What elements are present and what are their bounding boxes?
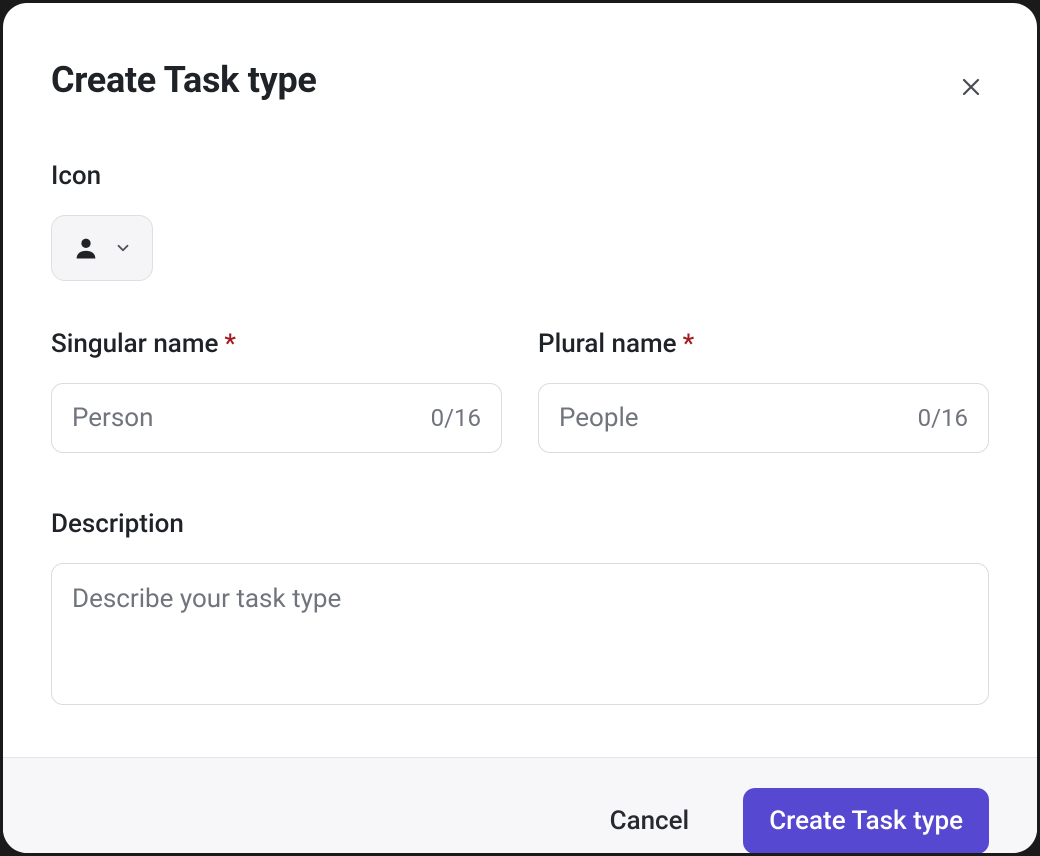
icon-label: Icon — [51, 161, 989, 191]
singular-name-label: Singular name* — [51, 329, 502, 359]
description-textarea[interactable] — [51, 563, 989, 705]
person-icon — [72, 234, 100, 262]
plural-label-text: Plural name — [538, 329, 677, 359]
description-field: Description — [51, 509, 989, 709]
plural-name-input[interactable] — [559, 403, 906, 433]
create-task-type-modal: Create Task type Icon — [3, 3, 1037, 853]
modal-header: Create Task type — [51, 59, 989, 105]
close-button[interactable] — [953, 69, 989, 105]
modal-title: Create Task type — [51, 59, 317, 101]
singular-char-counter: 0/16 — [431, 404, 481, 432]
plural-input-wrapper: 0/16 — [538, 383, 989, 453]
plural-name-field: Plural name* 0/16 — [538, 329, 989, 453]
singular-name-field: Singular name* 0/16 — [51, 329, 502, 453]
modal-footer: Cancel Create Task type — [3, 757, 1037, 853]
create-task-type-button[interactable]: Create Task type — [743, 788, 989, 853]
close-icon — [959, 75, 983, 99]
singular-input-wrapper: 0/16 — [51, 383, 502, 453]
description-label: Description — [51, 509, 989, 539]
chevron-down-icon — [114, 239, 132, 257]
icon-field: Icon — [51, 161, 989, 281]
icon-selector[interactable] — [51, 215, 153, 281]
required-indicator: * — [224, 329, 236, 359]
singular-name-input[interactable] — [72, 403, 419, 433]
cancel-button[interactable]: Cancel — [602, 796, 698, 846]
name-fields-row: Singular name* 0/16 Plural name* 0/16 — [51, 329, 989, 453]
singular-label-text: Singular name — [51, 329, 218, 359]
plural-char-counter: 0/16 — [918, 404, 968, 432]
modal-body: Create Task type Icon — [3, 3, 1037, 757]
plural-name-label: Plural name* — [538, 329, 989, 359]
required-indicator: * — [683, 329, 695, 359]
